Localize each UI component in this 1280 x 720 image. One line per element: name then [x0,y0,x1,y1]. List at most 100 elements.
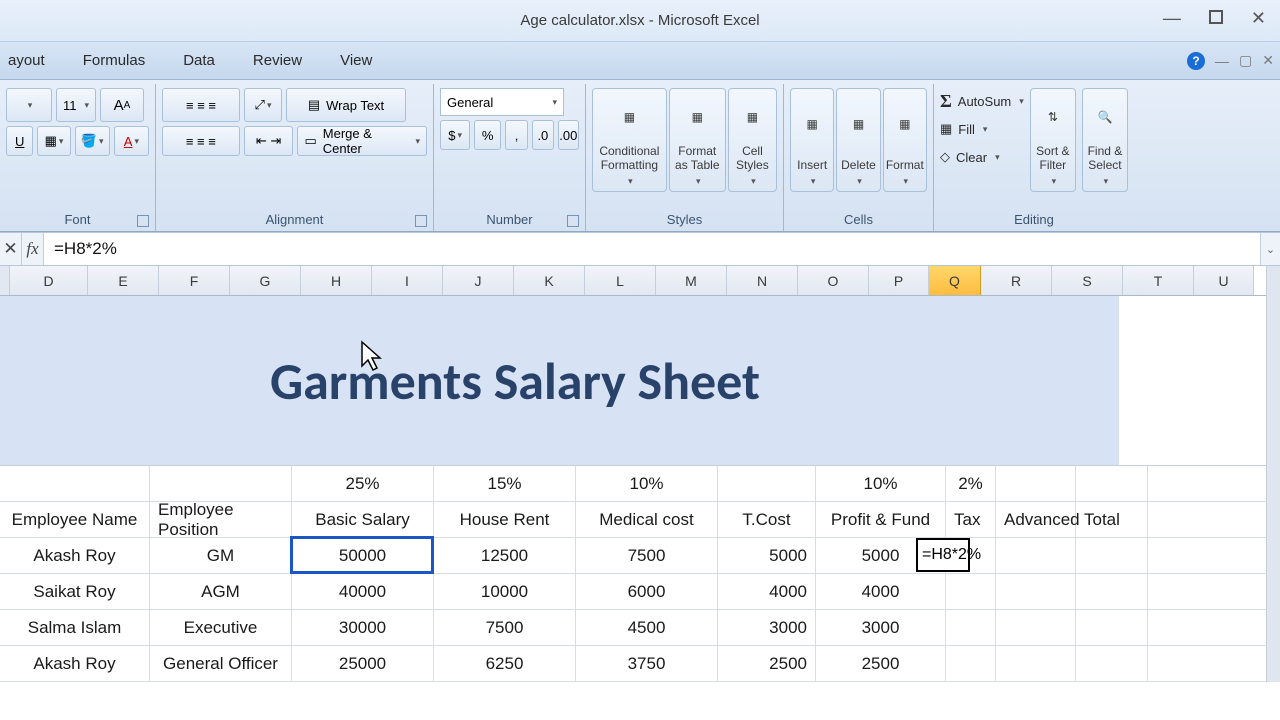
col-header-O[interactable]: O [798,266,869,295]
tab-layout[interactable]: ayout [2,46,51,75]
cell-adv[interactable] [996,574,1076,609]
font-color-button[interactable]: A▾ [114,126,149,156]
cell-total[interactable] [1076,610,1148,645]
alignment-dialog-launcher[interactable] [415,215,427,227]
cell-adv[interactable] [996,646,1076,681]
percent-button[interactable]: % [474,120,501,150]
col-header-J[interactable]: J [443,266,514,295]
col-header-H[interactable]: H [301,266,372,295]
col-header-D[interactable]: D [10,266,88,295]
pct-basic[interactable]: 25% [292,466,434,501]
cell-rent[interactable]: 12500 [434,538,576,573]
cell-adv[interactable] [996,538,1076,573]
hdr-rent[interactable]: House Rent [434,502,576,537]
cell-rent[interactable]: 6250 [434,646,576,681]
cell-tax[interactable] [946,610,996,645]
sort-filter-button[interactable]: ⇅Sort & Filter▾ [1030,88,1076,192]
active-cell-editor[interactable]: =H8*2% [916,538,970,572]
help-icon[interactable]: ? [1187,52,1205,70]
col-header-U[interactable]: U [1194,266,1254,295]
cell-med[interactable]: 4500 [576,610,718,645]
col-header-G[interactable]: G [230,266,301,295]
cancel-formula-icon[interactable]: ✕ [0,233,22,265]
font-size-dropdown[interactable]: 11▾ [56,88,96,122]
cell-position[interactable]: General Officer [150,646,292,681]
hdr-position[interactable]: Employee Position [150,502,292,537]
cell-name[interactable]: Akash Roy [0,538,150,573]
merge-center-button[interactable]: ▭Merge & Center▾ [297,126,427,156]
col-header-L[interactable]: L [585,266,656,295]
maximize-button[interactable] [1203,6,1229,31]
col-header-I[interactable]: I [372,266,443,295]
pct-pf[interactable]: 10% [816,466,946,501]
pct-tax[interactable]: 2% [946,466,996,501]
hdr-name[interactable]: Employee Name [0,502,150,537]
cell-tax[interactable] [946,574,996,609]
cell-pf[interactable]: 4000 [816,574,946,609]
col-header-Q[interactable]: Q [929,266,981,295]
grow-shrink-font[interactable]: AA [100,88,144,122]
wrap-text-button[interactable]: ▤Wrap Text [286,88,406,122]
ribbon-close-icon[interactable]: ✕ [1262,52,1274,69]
number-format-dropdown[interactable]: General▾ [440,88,564,116]
col-header-T[interactable]: T [1123,266,1194,295]
cell-med[interactable]: 7500 [576,538,718,573]
font-dialog-launcher[interactable] [137,215,149,227]
col-header-F[interactable]: F [159,266,230,295]
formula-input[interactable]: =H8*2% [44,233,1260,265]
conditional-formatting-button[interactable]: ▦ Conditional Formatting▾ [592,88,667,192]
cell-styles-button[interactable]: ▦ Cell Styles▾ [728,88,777,192]
tab-view[interactable]: View [334,46,378,75]
col-header-N[interactable]: N [727,266,798,295]
worksheet[interactable]: D E F G H I J K L M N O P Q R S T U Garm… [0,266,1280,682]
hdr-basic[interactable]: Basic Salary [292,502,434,537]
cell-name[interactable]: Saikat Roy [0,574,150,609]
fill-button[interactable]: ▦Fill▾ [940,116,1024,142]
cell-rent[interactable]: 10000 [434,574,576,609]
decrease-decimal-button[interactable]: .00 [558,120,579,150]
col-header-P[interactable]: P [869,266,929,295]
cell-position[interactable]: Executive [150,610,292,645]
autosum-button[interactable]: ΣAutoSum▾ [940,88,1024,114]
col-header-M[interactable]: M [656,266,727,295]
delete-cells-button[interactable]: ▦Delete▾ [836,88,880,192]
increase-decimal-button[interactable]: .0 [532,120,553,150]
insert-function-button[interactable]: fx [22,233,44,265]
cell-total[interactable] [1076,574,1148,609]
cell-tcost[interactable]: 4000 [718,574,816,609]
hdr-adv[interactable]: Advanced [996,502,1076,537]
font-name-dropdown[interactable]: ▾ [6,88,52,122]
close-button[interactable] [1245,6,1272,31]
cell-tcost[interactable]: 3000 [718,610,816,645]
cell-total[interactable] [1076,646,1148,681]
ribbon-restore-icon[interactable]: ▢ [1239,52,1252,69]
cell-tcost[interactable]: 5000 [718,538,816,573]
hdr-pf[interactable]: Profit & Fund [816,502,946,537]
cell-basic[interactable]: 40000 [292,574,434,609]
cell-tcost[interactable]: 2500 [718,646,816,681]
borders-button[interactable]: ▦▾ [37,126,70,156]
vertical-scrollbar[interactable] [1266,266,1280,682]
indent-buttons[interactable]: ⇤ ⇥ [244,126,294,156]
cell-position[interactable]: GM [150,538,292,573]
col-header-E[interactable]: E [88,266,159,295]
hdr-tax[interactable]: Tax [946,502,996,537]
cell-rent[interactable]: 7500 [434,610,576,645]
pct-rent[interactable]: 15% [434,466,576,501]
cell-position[interactable]: AGM [150,574,292,609]
tab-formulas[interactable]: Formulas [77,46,152,75]
ribbon-minimize-icon[interactable]: — [1215,53,1229,69]
fill-color-button[interactable]: 🪣▾ [75,126,110,156]
clear-button[interactable]: ◇Clear▾ [940,144,1024,170]
minimize-button[interactable] [1157,6,1187,31]
tab-review[interactable]: Review [247,46,308,75]
insert-cells-button[interactable]: ▦Insert▾ [790,88,834,192]
cell-adv[interactable] [996,610,1076,645]
vertical-align-buttons[interactable]: ≡ ≡ ≡ [162,88,240,122]
number-dialog-launcher[interactable] [567,215,579,227]
hdr-med[interactable]: Medical cost [576,502,718,537]
col-header-S[interactable]: S [1052,266,1123,295]
cell-med[interactable]: 6000 [576,574,718,609]
format-as-table-button[interactable]: ▦ Format as Table▾ [669,88,726,192]
cell-name[interactable]: Akash Roy [0,646,150,681]
